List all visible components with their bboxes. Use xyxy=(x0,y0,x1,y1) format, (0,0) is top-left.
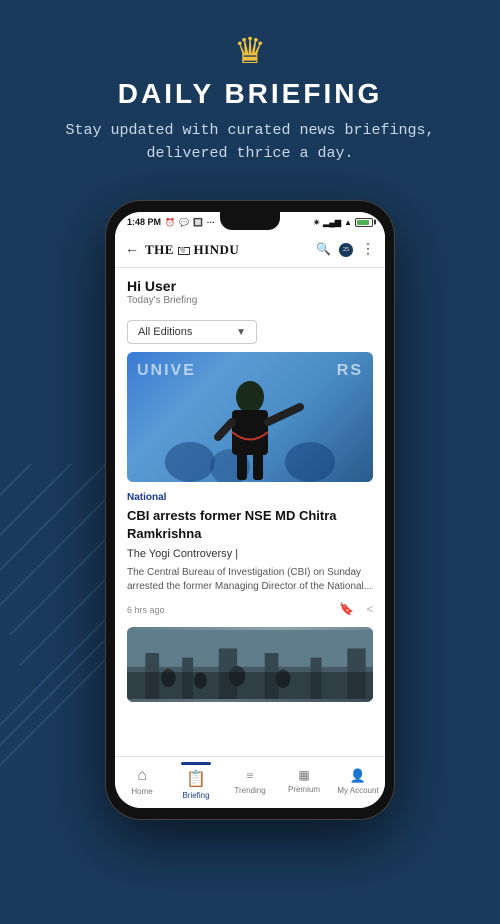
editions-dropdown[interactable]: All Editions ▼ xyxy=(127,320,257,344)
article-subline: The Yogi Controversy | xyxy=(115,546,385,562)
active-indicator xyxy=(181,762,211,765)
battery-icon xyxy=(355,218,373,227)
phone-notch xyxy=(220,212,280,230)
nav-trending-label: Trending xyxy=(234,786,265,795)
nav-briefing[interactable]: 📋 Briefing xyxy=(169,762,223,800)
premium-icon: ▦ xyxy=(298,768,309,783)
phone-screen: 1:48 PM ⏰ 💬 🔲 ··· ✴ ▂▄▆ ▲ xyxy=(115,212,385,808)
nav-home[interactable]: ⌂ Home xyxy=(115,767,169,796)
signal-icon: ▂▄▆ xyxy=(323,218,341,227)
news-image: UNIVE RS xyxy=(127,352,373,482)
app-title: DAILY BRIEFING xyxy=(20,78,480,110)
greeting-section: Hi User Today's Briefing xyxy=(115,268,385,312)
nav-premium-label: Premium xyxy=(288,785,320,794)
notification-badge[interactable]: 25 xyxy=(339,243,353,257)
chevron-down-icon: ▼ xyxy=(236,327,246,338)
trending-icon: ≡ xyxy=(246,768,253,784)
preview-overlay xyxy=(127,672,373,702)
article-footer: 6 hrs ago 🔖 < xyxy=(115,598,385,623)
search-icon[interactable]: 🔍 xyxy=(316,242,331,257)
nav-briefing-label: Briefing xyxy=(182,791,209,800)
app-bar: ← THE 🐘 HINDU 🔍 25 ⋮ xyxy=(115,232,385,268)
briefing-icon: 📋 xyxy=(186,769,206,789)
second-article-preview[interactable] xyxy=(127,627,373,702)
alarm-icon: ⏰ xyxy=(165,218,175,227)
app-bar-right: 🔍 25 ⋮ xyxy=(316,241,375,258)
bluetooth-icon: ✴ xyxy=(313,218,320,227)
nav-account-label: My Account xyxy=(337,786,378,795)
bottom-navigation: ⌂ Home 📋 Briefing ≡ Trending ▦ Premium xyxy=(115,756,385,808)
wifi-icon: ▲ xyxy=(344,218,352,227)
phone-body: 1:48 PM ⏰ 💬 🔲 ··· ✴ ▂▄▆ ▲ xyxy=(105,200,395,820)
app-subtitle: Stay updated with curated news briefings… xyxy=(20,120,480,165)
more-menu-icon[interactable]: ⋮ xyxy=(361,241,375,258)
more-icon: ··· xyxy=(207,218,215,227)
share-icon[interactable]: < xyxy=(366,602,373,617)
article-body: The Central Bureau of Investigation (CBI… xyxy=(115,562,385,598)
notification-icon: 🔲 xyxy=(193,218,203,227)
nav-premium[interactable]: ▦ Premium xyxy=(277,768,331,794)
phone-mockup: 1:48 PM ⏰ 💬 🔲 ··· ✴ ▂▄▆ ▲ xyxy=(0,200,500,820)
nav-trending[interactable]: ≡ Trending xyxy=(223,768,277,795)
status-left: 1:48 PM ⏰ 💬 🔲 ··· xyxy=(127,217,215,227)
person-figure xyxy=(150,352,350,482)
content-area[interactable]: Hi User Today's Briefing All Editions ▼ … xyxy=(115,268,385,756)
notification-count: 25 xyxy=(343,247,349,253)
editions-label: All Editions xyxy=(138,326,192,338)
article-time: 6 hrs ago xyxy=(127,605,165,615)
status-time: 1:48 PM xyxy=(127,217,161,227)
home-icon: ⌂ xyxy=(137,767,147,785)
greeting-title: Hi User xyxy=(127,278,373,294)
article-headline[interactable]: CBI arrests former NSE MD Chitra Ramkris… xyxy=(115,505,385,546)
app-logo: THE 🐘 HINDU xyxy=(145,242,239,258)
crown-icon: ♛ xyxy=(20,30,480,72)
nav-account[interactable]: 👤 My Account xyxy=(331,768,385,795)
status-right: ✴ ▂▄▆ ▲ xyxy=(313,218,373,227)
bookmark-icon[interactable]: 🔖 xyxy=(339,602,354,617)
app-bar-left: ← THE 🐘 HINDU xyxy=(125,242,239,258)
nav-home-label: Home xyxy=(131,787,152,796)
article-actions: 🔖 < xyxy=(339,602,373,617)
article-category: National xyxy=(115,486,385,505)
back-button[interactable]: ← xyxy=(125,242,139,258)
greeting-subtitle: Today's Briefing xyxy=(127,295,373,306)
header-section: ♛ DAILY BRIEFING Stay updated with curat… xyxy=(0,0,500,185)
message-icon: 💬 xyxy=(179,218,189,227)
account-icon: 👤 xyxy=(350,768,366,784)
